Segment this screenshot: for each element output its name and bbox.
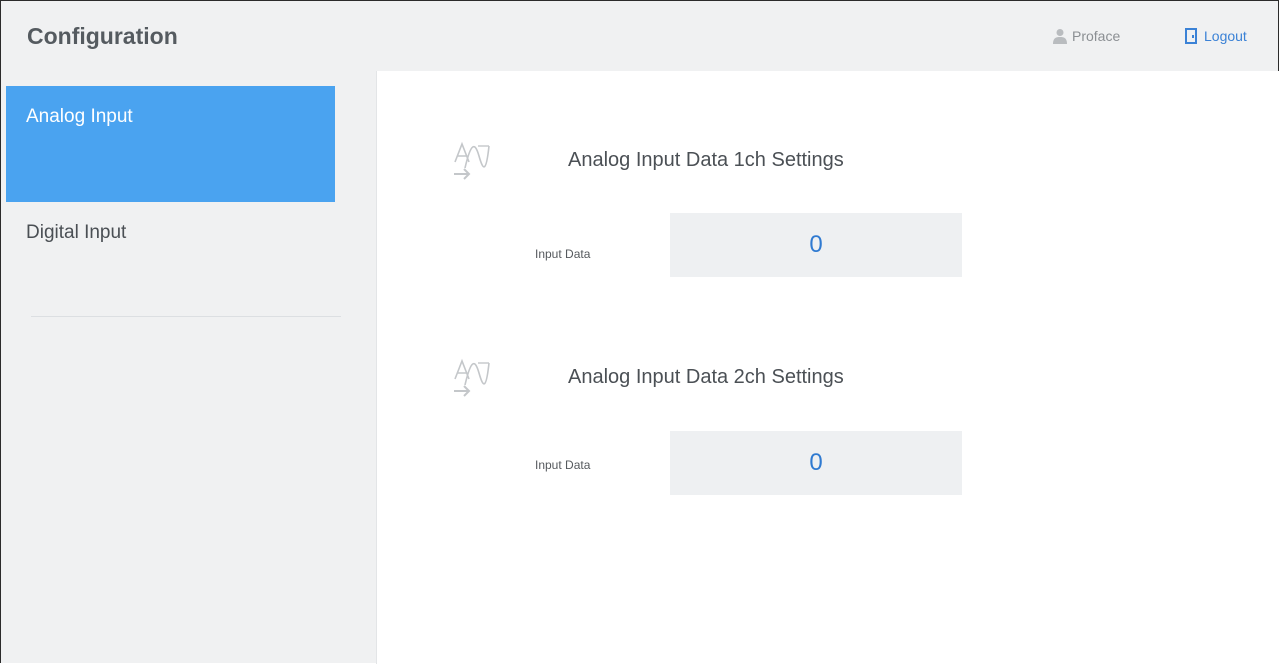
header-bar: Configuration Proface Logout (1, 1, 1278, 71)
sidebar-item-analog-input[interactable]: Analog Input (6, 86, 335, 202)
section-title-1ch: Analog Input Data 1ch Settings (568, 149, 844, 171)
sidebar-item-label: Digital Input (26, 222, 127, 243)
page-title: Configuration (27, 23, 178, 49)
sidebar: Analog Input Digital Input (6, 86, 341, 318)
input-data-value-2ch: 0 (670, 431, 962, 495)
input-data-value-1ch: 0 (670, 213, 962, 277)
logout-button[interactable]: Logout (1185, 28, 1247, 44)
sidebar-item-label: Analog Input (26, 106, 133, 127)
main-content: Analog Input Data 1ch Settings Input Dat… (376, 71, 1281, 664)
input-data-label-2ch: Input Data (535, 458, 591, 472)
user-info: Proface (1053, 28, 1120, 44)
user-name: Proface (1072, 28, 1121, 44)
logout-label[interactable]: Logout (1204, 28, 1247, 44)
sidebar-divider (31, 316, 341, 317)
analog-wave-icon (454, 358, 490, 397)
logout-icon (1185, 28, 1197, 44)
section-title-2ch: Analog Input Data 2ch Settings (568, 366, 844, 388)
input-data-label-1ch: Input Data (535, 247, 591, 261)
analog-wave-icon (454, 141, 490, 180)
user-icon (1053, 29, 1067, 44)
app-frame: Configuration Proface Logout Analog Inpu… (0, 0, 1281, 664)
sidebar-item-digital-input[interactable]: Digital Input (6, 202, 335, 318)
